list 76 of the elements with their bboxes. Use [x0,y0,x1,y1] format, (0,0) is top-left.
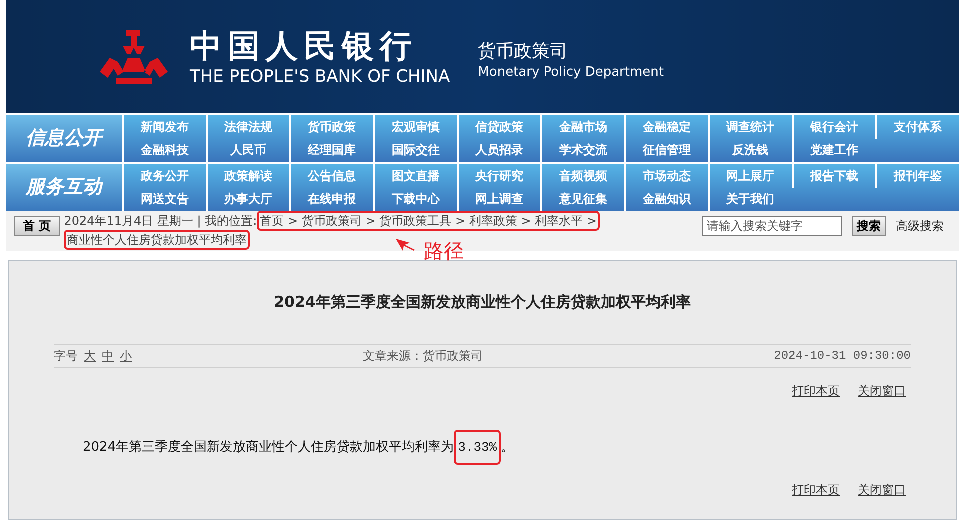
search-field[interactable]: 请输入搜索关键字 [702,216,842,236]
article-date: 2024-10-31 09:30:00 [774,348,911,364]
nav-link[interactable]: 宏观审慎 [392,118,440,136]
action-link[interactable]: 打印本页 [792,382,840,400]
nav-link[interactable]: 报告下载 [810,166,858,185]
breadcrumb-link[interactable]: 利率水平 [535,214,584,228]
nav-link[interactable]: 办事大厅 [224,190,273,208]
nav-link[interactable]: 公告信息 [308,166,356,185]
action-link[interactable]: 关闭窗口 [858,481,906,499]
nav-link[interactable]: 人员招录 [476,141,524,160]
nav-link[interactable]: 党建工作 [810,141,858,160]
nav-link[interactable]: 政务公开 [140,166,189,185]
breadcrumb-link[interactable]: 首页 [260,214,284,228]
nav-link[interactable]: 信贷政策 [476,118,524,136]
nav-link[interactable]: 在线申报 [308,190,356,208]
breadcrumb-separator: > [455,214,466,228]
breadcrumb-separator: > [521,214,532,228]
nav-link[interactable]: 国际交往 [392,141,440,160]
department-name: 货币政策司 [478,40,570,64]
article-source: 文章来源：货币政策司 [363,348,484,364]
breadcrumb-separator: > [288,214,298,228]
breadcrumb-separator: > [366,214,376,228]
nav-link[interactable]: 学术交流 [559,141,608,160]
font-size-link[interactable]: 中 [102,346,114,364]
location-label: 我的位置: [205,214,258,228]
current-date: 2024年11月4日 星期一 [64,214,194,228]
nav-section-label: 信息公开 [6,115,122,162]
nav-link[interactable]: 银行会计 [810,118,858,136]
nav-link[interactable]: 调查统计 [726,118,775,136]
breadcrumb-link[interactable]: 利率政策 [469,214,518,228]
breadcrumb-divider: | [197,214,202,228]
nav-link[interactable]: 网送文告 [140,190,189,208]
nav-link[interactable]: 新闻发布 [140,118,189,136]
search-button[interactable]: 搜索 [852,216,886,236]
nav-link[interactable]: 市场动态 [643,166,692,185]
nav-link[interactable]: 支付体系 [894,118,942,136]
nav-link[interactable]: 意见征集 [559,190,608,208]
breadcrumb-link[interactable]: 货币政策司 [302,214,362,228]
breadcrumb-link[interactable]: 货币政策工具 [380,214,452,228]
nav-link[interactable]: 货币政策 [308,118,356,136]
nav-link[interactable]: 关于我们 [726,190,775,208]
nav-link[interactable]: 网上调查 [476,190,524,208]
font-size-label: 字号 [54,348,78,364]
nav-link[interactable]: 报刊年鉴 [894,166,942,185]
bank-name-english: THE PEOPLE'S BANK OF CHINA [190,66,450,88]
breadcrumb-separator: > [586,214,597,228]
logo-icon [98,28,170,86]
breadcrumb-current: 商业性个人住房贷款加权平均利率 [67,233,248,247]
department-name-english: Monetary Policy Department [478,64,664,82]
font-size-link[interactable]: 小 [120,346,132,364]
nav-link[interactable]: 法律法规 [224,118,273,136]
nav-link[interactable]: 音频视频 [559,166,608,185]
nav-link[interactable]: 经理国库 [308,141,356,160]
nav-link[interactable]: 网上展厅 [726,166,775,185]
nav-link[interactable]: 征信管理 [643,141,692,160]
nav-link[interactable]: 金融市场 [559,118,608,136]
article-body: 2024年第三季度全国新发放商业性个人住房贷款加权平均利率为 3.33% 。 [83,430,956,465]
annotation-label: 路径 [424,239,464,263]
nav-link[interactable]: 金融知识 [643,190,692,208]
nav-link[interactable]: 金融科技 [140,141,189,160]
arrow-icon [394,237,418,251]
home-button[interactable]: 首 页 [14,216,60,236]
nav-link[interactable]: 央行研究 [476,166,524,185]
advanced-search-link[interactable]: 高级搜索 [896,217,944,235]
nav-link[interactable]: 政策解读 [224,166,273,185]
bank-name: 中国人民银行 [190,26,419,66]
nav-link[interactable]: 反洗钱 [732,141,769,160]
nav-link[interactable]: 人民币 [230,141,267,160]
action-link[interactable]: 打印本页 [792,481,840,499]
nav-link[interactable]: 金融稳定 [643,118,692,136]
article-title: 2024年第三季度全国新发放商业性个人住房贷款加权平均利率 [273,292,692,313]
nav-section-label: 服务互动 [6,164,122,211]
action-link[interactable]: 关闭窗口 [858,382,906,400]
nav-link[interactable]: 下载中心 [392,190,440,208]
nav-link[interactable]: 图文直播 [392,166,440,185]
font-size-link[interactable]: 大 [84,346,96,364]
